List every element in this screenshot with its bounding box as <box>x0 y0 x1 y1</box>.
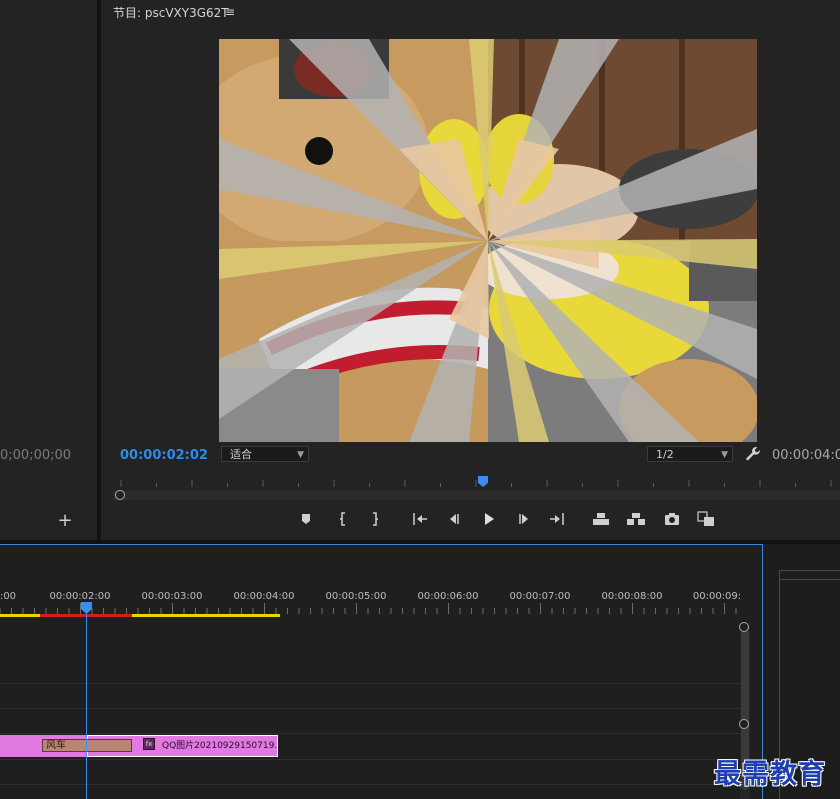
video-preview <box>219 39 757 442</box>
ruler-label: 00:00:07:00 <box>509 591 570 602</box>
zoom-fit-dropdown[interactable]: 适合 ▼ <box>221 446 309 462</box>
mark-in-icon <box>340 512 345 526</box>
step-forward-button[interactable] <box>513 509 535 529</box>
program-monitor-title[interactable]: 节目: pscVXY3G62T <box>113 4 229 21</box>
chevron-down-icon: ▼ <box>721 450 728 460</box>
export-frame-button[interactable] <box>661 509 683 529</box>
compare-view-icon <box>697 511 714 526</box>
play-button[interactable] <box>478 509 500 529</box>
mark-out-icon <box>373 512 378 526</box>
ruler-label: 00:00:04:00 <box>233 591 294 602</box>
mini-playhead-marker <box>478 476 488 487</box>
extract-button[interactable] <box>625 509 647 529</box>
mark-in-button[interactable] <box>332 509 354 529</box>
scroll-handle-icon[interactable] <box>739 622 749 632</box>
work-area-bar[interactable] <box>0 614 280 617</box>
ruler-label: 00:00:06:00 <box>417 591 478 602</box>
mark-out-button[interactable] <box>364 509 386 529</box>
track-divider <box>0 683 740 684</box>
playback-resolution-dropdown[interactable]: 1/2 ▼ <box>647 446 733 462</box>
track-divider <box>0 733 740 734</box>
go-to-in-icon <box>413 513 427 525</box>
ruler-label: 00:00:05:00 <box>325 591 386 602</box>
step-forward-icon <box>519 514 528 524</box>
mini-playhead-icon <box>478 476 488 487</box>
lift-button[interactable] <box>590 509 612 529</box>
playback-resolution-label: 1/2 <box>656 448 674 461</box>
program-duration-timecode[interactable]: 00:00:04:0 <box>772 448 840 463</box>
ruler-label: 00:00:02:00 <box>49 591 110 602</box>
ruler-label: 00:00:08:00 <box>601 591 662 602</box>
play-icon <box>485 513 494 525</box>
timeline-playhead-line[interactable] <box>86 606 87 799</box>
go-to-out-button[interactable] <box>547 509 569 529</box>
track-divider <box>0 759 740 760</box>
chevron-down-icon: ▼ <box>297 450 304 460</box>
ruler-label: 00:00:03:00 <box>141 591 202 602</box>
scroll-handle-icon[interactable] <box>115 490 125 500</box>
fx-badge-icon: fx <box>143 738 155 750</box>
go-to-in-button[interactable] <box>409 509 431 529</box>
source-add-button[interactable]: + <box>57 511 73 531</box>
compare-view-button[interactable] <box>695 509 717 529</box>
transition-label: 风车 <box>46 740 66 751</box>
step-back-button[interactable] <box>443 509 465 529</box>
wrench-icon[interactable] <box>744 445 762 463</box>
track-divider <box>0 708 740 709</box>
step-back-icon <box>450 514 459 524</box>
program-mini-ruler[interactable] <box>113 474 840 488</box>
zoom-fit-label: 适合 <box>230 448 252 461</box>
add-marker-icon <box>302 514 310 524</box>
program-scrub-bar[interactable] <box>113 490 840 500</box>
ruler-label: :00 <box>0 591 16 602</box>
program-current-timecode[interactable]: 00:00:02:02 <box>120 448 208 463</box>
pinwheel-transition-frame <box>219 39 757 442</box>
ruler-label: 00:00:09: <box>693 591 740 602</box>
clip-name-label: QQ图片20210929150719. <box>162 741 278 751</box>
track-divider <box>0 784 740 785</box>
secondary-panel-header-line <box>779 579 840 580</box>
ruler-ticks <box>120 480 832 487</box>
scroll-handle-icon[interactable] <box>739 719 749 729</box>
extract-icon <box>627 513 645 525</box>
lift-icon <box>593 513 609 525</box>
timeline-time-ruler[interactable]: :00 00:00:02:00 00:00:03:00 00:00:04:00 00:0… <box>0 585 740 615</box>
watermark-logo: 最需教育 <box>714 759 826 790</box>
plus-icon: + <box>57 510 73 531</box>
source-timecode[interactable]: 0;00;00;00 <box>0 448 71 463</box>
playhead-icon[interactable] <box>81 602 92 614</box>
go-to-out-icon <box>550 513 564 525</box>
panel-menu-icon[interactable]: ≡ <box>225 5 235 19</box>
camera-icon <box>665 513 679 525</box>
timeline-panel <box>0 544 763 799</box>
add-marker-button[interactable] <box>295 509 317 529</box>
transition-pinwheel[interactable]: 风车 <box>42 739 132 752</box>
